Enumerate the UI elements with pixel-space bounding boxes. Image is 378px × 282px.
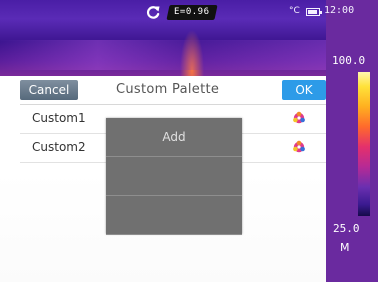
clock: 12:00 [324,5,355,16]
battery-icon [306,8,322,16]
palette-icon[interactable] [292,140,306,154]
refresh-icon[interactable] [145,4,161,20]
popup-item-add[interactable]: Add [106,118,242,157]
scale-max-value: 100.0 [332,54,366,67]
emissivity-value: E=0.96 [174,7,210,17]
thermal-camera-screen: E=0.96 °C 12:00 100.0 25.0 M Cancel Cust… [0,0,378,282]
popup-item-2[interactable] [106,157,242,196]
dialog-title: Custom Palette [116,82,220,97]
thermal-image-band [0,40,326,70]
dialog-title-bar: Cancel Custom Palette OK [20,76,326,105]
temperature-unit: °C [289,6,300,16]
popup-item-3[interactable] [106,196,242,235]
battery-level [308,10,317,14]
palette-icon[interactable] [292,111,306,125]
list-item-label: Custom2 [32,140,86,154]
cancel-button[interactable]: Cancel [20,80,78,100]
color-scale-bar [358,72,370,216]
status-bar: E=0.96 °C 12:00 [0,0,378,26]
scale-min-value: 25.0 [333,222,360,235]
list-item-label: Custom1 [32,111,86,125]
context-popup-menu: Add [106,118,242,235]
scale-mode-label: M [340,241,350,254]
emissivity-badge: E=0.96 [166,5,218,20]
ok-button[interactable]: OK [282,80,326,100]
scale-panel [326,0,378,282]
